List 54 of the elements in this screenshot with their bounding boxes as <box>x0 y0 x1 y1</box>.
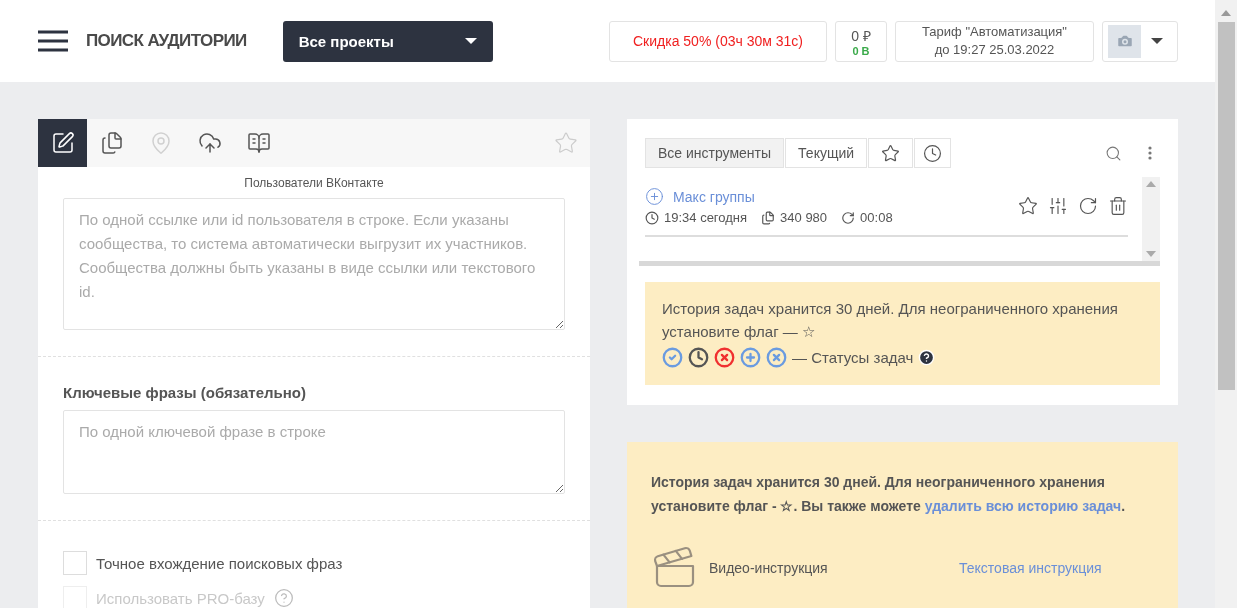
scroll-down-icon[interactable] <box>1146 251 1156 257</box>
option-label: Точное вхождение поисковых фраз <box>96 554 343 572</box>
money-balance: 0 ₽ <box>851 26 871 45</box>
book-icon <box>246 131 271 155</box>
video-instruction-link[interactable]: Видео-инструкция <box>709 560 949 576</box>
statuses-label: — Статусы задач <box>792 348 914 368</box>
task-count: 340 980 <box>761 210 828 225</box>
tools-tab[interactable]: Все инструменты <box>645 138 785 168</box>
tariff-name: Тариф "Автоматизация" <box>922 23 1067 41</box>
cloud-upload-icon <box>197 131 222 155</box>
tools-tab[interactable]: Текущий <box>785 138 868 168</box>
scroll-up-icon[interactable] <box>1146 181 1156 187</box>
more-icon <box>1148 146 1152 160</box>
page-scrollbar[interactable] <box>1215 0 1237 608</box>
field-label: Пользователи ВКонтакте <box>244 176 384 190</box>
keywords-input-field[interactable]: По одной ключевой фразе в строке <box>63 410 565 494</box>
caret-icon <box>1151 38 1163 44</box>
clock-icon <box>645 210 659 225</box>
discount-timer[interactable]: Скидка 50% (03ч 30м 31с) <box>609 20 827 62</box>
refresh-icon <box>841 210 856 225</box>
more-button[interactable] <box>1148 146 1152 160</box>
checkbox[interactable] <box>63 551 87 575</box>
page-title: ПОИСК АУДИТОРИИ <box>86 31 247 51</box>
restart-button[interactable] <box>1078 196 1098 216</box>
caret-icon <box>464 38 477 44</box>
project-select[interactable]: Все проекты <box>282 20 493 62</box>
plus-circle-icon <box>645 187 664 206</box>
field-label: Ключевые фразы (обязательно) <box>63 384 307 401</box>
scrollbar[interactable] <box>1142 177 1160 261</box>
account-menu[interactable] <box>1102 20 1178 62</box>
files-icon <box>99 131 124 155</box>
info-text: История задач хранится 30 дней. Для неограниченного хранения установите флаг - ☆. Вы также можете удалить всю историю задач. <box>651 473 1127 516</box>
points-balance: 0 В <box>852 44 870 57</box>
camera-icon <box>1115 32 1134 50</box>
search-button[interactable] <box>1105 144 1122 162</box>
tariff-panel[interactable]: Тариф "Автоматизация" до 19:27 25.03.2022 <box>895 20 1094 62</box>
clock-icon <box>923 143 943 163</box>
delete-button[interactable] <box>1108 196 1128 216</box>
note-text: История задач хранится 30 дней. Для неограниченного хранения установите флаг — ☆ <box>662 299 1119 342</box>
scroll-up-icon[interactable] <box>1221 10 1231 16</box>
files-icon <box>761 210 776 225</box>
users-input-field[interactable]: По одной ссылке или id пользователя в строке. Если указаны сообщества, то система автоматически выгрузит их участников. Сообщества должны быть указаны в виде ссылки или текстового id. <box>63 198 565 330</box>
favorite-button[interactable] <box>1018 196 1038 216</box>
menu-button[interactable] <box>38 30 68 52</box>
task-duration: 00:08 <box>841 210 893 225</box>
tariff-expiry: до 19:27 25.03.2022 <box>934 41 1055 59</box>
edit-tab[interactable] <box>38 119 87 167</box>
favorites-tab[interactable] <box>868 138 914 168</box>
task-time: 19:34 сегодня <box>645 210 748 225</box>
history-tab[interactable] <box>914 138 952 168</box>
star-icon <box>881 143 901 163</box>
balance-panel[interactable]: 0 ₽ 0 В <box>835 20 887 62</box>
settings-button[interactable] <box>1048 196 1068 216</box>
edit-icon <box>50 131 75 155</box>
